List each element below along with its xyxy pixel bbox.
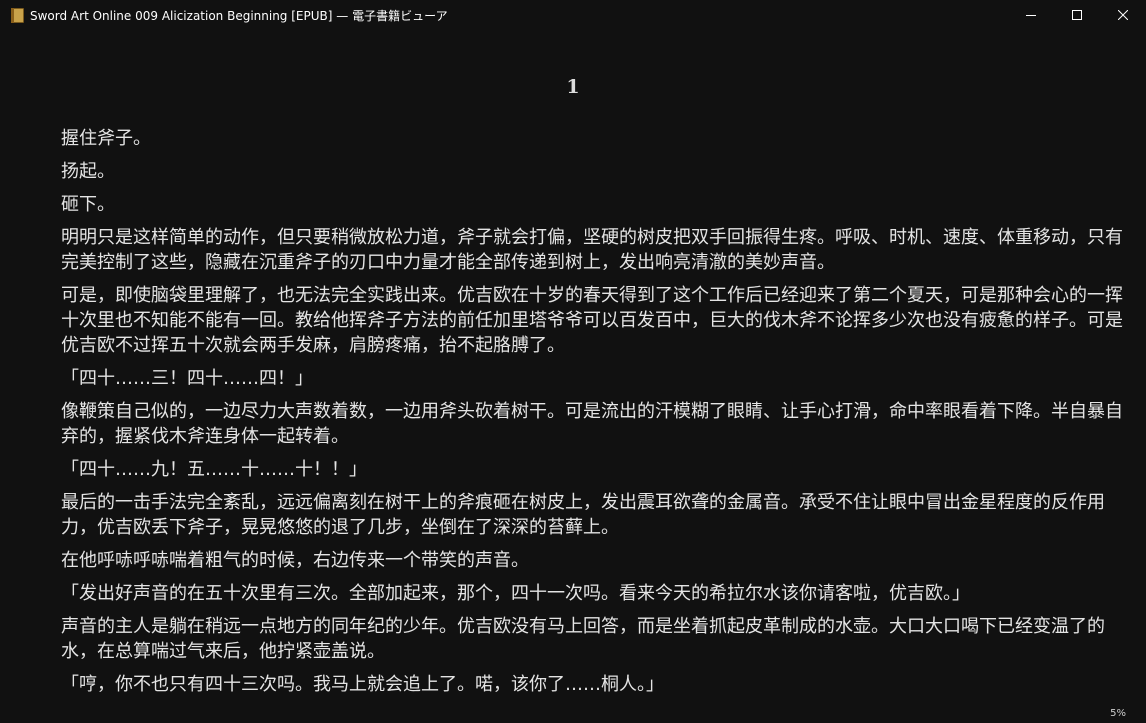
reader-page[interactable]: 1 握住斧子。 扬起。 砸下。 明明只是这样简单的动作，但只要稍微放松力道，斧子… bbox=[0, 30, 1146, 723]
dialogue-paragraph: 「四十……三！四十……四！」 bbox=[61, 368, 313, 389]
paragraph: 像鞭策自己似的，一边尽力大声数着数，一边用斧头砍着树干。可是流出的汗模糊了眼睛、… bbox=[61, 401, 1123, 447]
reading-progress-indicator: 5% bbox=[1110, 708, 1126, 719]
window-controls bbox=[1008, 0, 1146, 30]
minimize-button[interactable] bbox=[1008, 0, 1054, 30]
paragraph: 可是，即使脑袋里理解了，也无法完全实践出来。优吉欧在十岁的春天得到了这个工作后已… bbox=[61, 285, 1123, 356]
paragraph: 在他呼哧呼哧喘着粗气的时候，右边传来一个带笑的声音。 bbox=[61, 550, 529, 571]
paragraph: 扬起。 bbox=[61, 161, 115, 182]
paragraph: 最后的一击手法完全紊乱，远远偏离刻在树干上的斧痕砸在树皮上，发出震耳欲聋的金属音… bbox=[61, 492, 1105, 538]
maximize-button[interactable] bbox=[1054, 0, 1100, 30]
paragraph: 声音的主人是躺在稍远一点地方的同年纪的少年。优吉欧没有马上回答，而是坐着抓起皮革… bbox=[61, 616, 1105, 662]
maximize-icon bbox=[1072, 10, 1082, 20]
window-title: Sword Art Online 009 Alicization Beginni… bbox=[30, 8, 448, 23]
paragraph: 握住斧子。 bbox=[61, 128, 151, 149]
title-bar[interactable]: Sword Art Online 009 Alicization Beginni… bbox=[0, 0, 1146, 30]
close-button[interactable] bbox=[1100, 0, 1146, 30]
dialogue-paragraph: 「哼，你不也只有四十三次吗。我马上就会追上了。喏，该你了……桐人。」 bbox=[61, 674, 664, 695]
book-body-text: 握住斧子。 扬起。 砸下。 明明只是这样简单的动作，但只要稍微放松力道，斧子就会… bbox=[61, 126, 1127, 705]
dialogue-paragraph: 「四十……九！五……十……十！！」 bbox=[61, 459, 367, 480]
minimize-icon bbox=[1026, 15, 1036, 16]
close-icon bbox=[1118, 10, 1128, 20]
book-app-icon bbox=[10, 7, 24, 23]
dialogue-paragraph: 「发出好声音的在五十次里有三次。全部加起来，那个，四十一次吗。看来今天的希拉尔水… bbox=[61, 583, 970, 604]
paragraph: 砸下。 bbox=[61, 194, 115, 215]
book-spine-shape bbox=[11, 8, 14, 23]
paragraph: 明明只是这样简单的动作，但只要稍微放松力道，斧子就会打偏，坚硬的树皮把双手回振得… bbox=[61, 227, 1123, 273]
chapter-heading: 1 bbox=[566, 76, 580, 98]
